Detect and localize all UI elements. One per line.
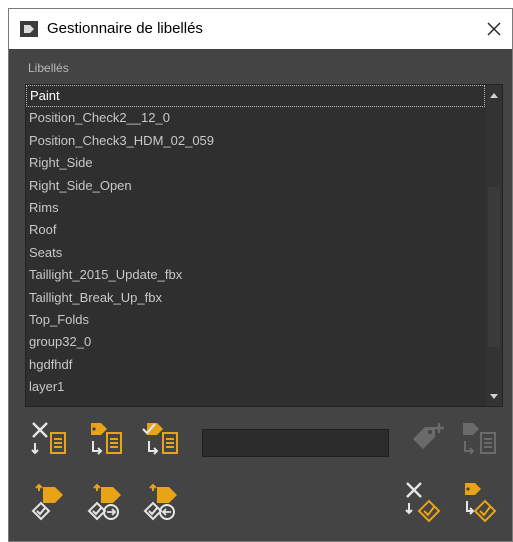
remove-label-objects-button[interactable]: [397, 479, 449, 523]
list-item[interactable]: Taillight_Break_Up_fbx: [26, 287, 485, 309]
list-item[interactable]: Rims: [26, 197, 485, 219]
labels-listbox[interactable]: Paint Position_Check2__12_0 Position_Check…: [25, 84, 503, 407]
labels-list: Paint Position_Check2__12_0 Position_Check…: [26, 85, 485, 398]
list-item[interactable]: Position_Check2__12_0: [26, 107, 485, 129]
select-label-list-icon: [142, 423, 178, 455]
add-label-icon: [413, 423, 444, 449]
assign-objects-icon: [465, 483, 497, 523]
list-item[interactable]: Seats: [26, 242, 485, 264]
assign-label-list-icon: [91, 423, 122, 455]
list-scrollbar[interactable]: [486, 85, 502, 406]
list-item[interactable]: Position_Check3_HDM_02_059: [26, 130, 485, 152]
label-manager-window: Gestionnaire de libellés Libellés Paint P…: [8, 8, 513, 542]
assign-objects-button[interactable]: [453, 479, 505, 523]
add-selection-icon: [87, 483, 121, 521]
scroll-thumb[interactable]: [488, 187, 500, 347]
title-bar: Gestionnaire de libellés: [9, 9, 512, 49]
assign-label-list-button[interactable]: [79, 417, 131, 461]
list-item[interactable]: hgdfhdf: [26, 354, 485, 376]
list-item[interactable]: group32_0: [26, 331, 485, 353]
subtract-selection-icon: [143, 483, 177, 521]
label-manager-app-icon: [20, 21, 38, 37]
labels-section-label: Libellés: [28, 61, 69, 75]
list-item[interactable]: Right_Side_Open: [26, 175, 485, 197]
add-label-button[interactable]: [401, 417, 453, 461]
scroll-down-button[interactable]: [486, 388, 502, 404]
select-label-list-button[interactable]: [135, 417, 187, 461]
window-title: Gestionnaire de libellés: [47, 20, 203, 37]
list-item[interactable]: layer1: [26, 376, 485, 398]
remove-label-list-icon: [31, 422, 66, 455]
add-selection-button[interactable]: [79, 479, 131, 523]
list-item[interactable]: Taillight_2015_Update_fbx: [26, 264, 485, 286]
list-item[interactable]: Roof: [26, 219, 485, 241]
arrow-down-icon: [490, 393, 498, 399]
select-objects-button[interactable]: [23, 479, 75, 523]
list-item[interactable]: Right_Side: [26, 152, 485, 174]
scroll-up-button[interactable]: [486, 87, 502, 103]
label-list-disabled-button[interactable]: [453, 417, 505, 461]
select-objects-icon: [31, 483, 63, 521]
arrow-up-icon: [490, 92, 498, 98]
close-button[interactable]: [476, 9, 512, 49]
remove-label-objects-icon: [405, 482, 441, 523]
close-icon: [487, 22, 501, 36]
list-item[interactable]: Top_Folds: [26, 309, 485, 331]
label-name-input[interactable]: [202, 429, 389, 457]
remove-label-list-button[interactable]: [23, 417, 75, 461]
label-list-disabled-icon: [463, 423, 496, 455]
list-item[interactable]: Paint: [26, 85, 485, 108]
subtract-selection-button[interactable]: [135, 479, 187, 523]
